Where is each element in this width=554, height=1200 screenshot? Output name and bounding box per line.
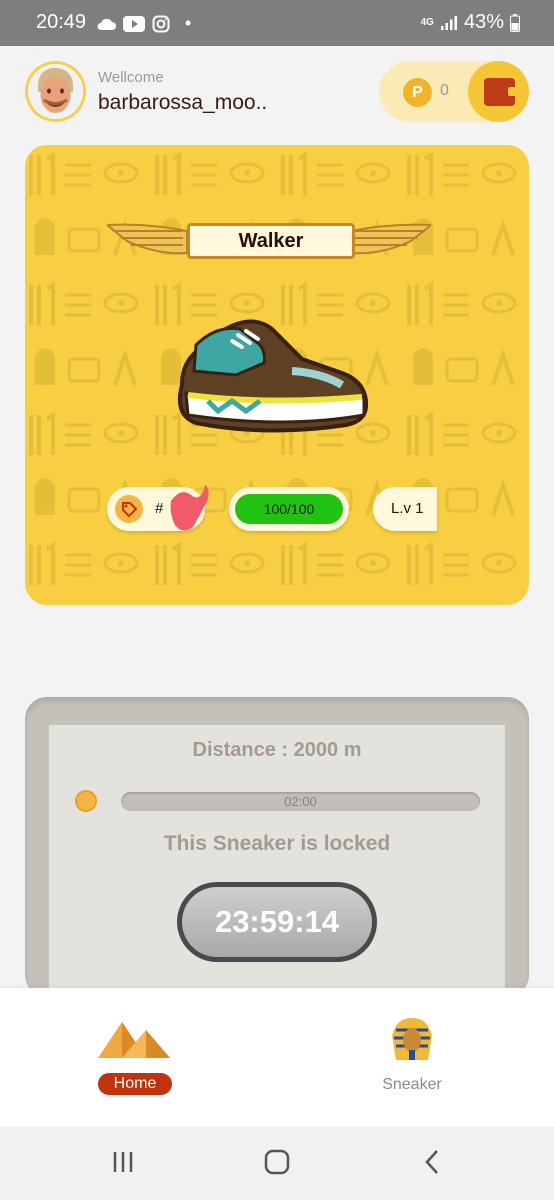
sneaker-image (177, 319, 368, 433)
bottom-nav: Home Sneaker (0, 988, 554, 1126)
sneaker-card[interactable]: Walker # 100/100 L.v 1 (25, 145, 529, 605)
home-button-icon[interactable] (264, 1149, 290, 1175)
level-pill: L.v 1 (373, 487, 437, 531)
battery-percent: 43% (463, 11, 504, 33)
energy-pill: 100/100 (229, 487, 349, 531)
nav-home[interactable]: Home (96, 1016, 172, 1098)
redaction-scribble (170, 485, 209, 531)
coin-count: 0 (440, 82, 449, 99)
nav-home-label: Home (98, 1073, 172, 1095)
nav-sneaker-label: Sneaker (382, 1076, 442, 1093)
status-bar: 20:49 • 4G 43% (0, 0, 554, 46)
back-icon[interactable] (422, 1149, 442, 1175)
username: barbarossa_moo.. (98, 91, 268, 114)
pharaoh-icon (392, 1018, 432, 1060)
app-header: Wellcome barbarossa_moo.. P 0 (0, 46, 554, 142)
recent-apps-icon[interactable] (111, 1150, 135, 1174)
pyramids-icon (98, 1022, 170, 1058)
user-face-icon (28, 64, 83, 119)
locked-message: This Sneaker is locked (163, 832, 391, 855)
system-indicators: 4G 43% (421, 11, 520, 34)
signal-icon (440, 15, 457, 30)
coin-icon: P (403, 78, 432, 107)
notification-icons: • (96, 13, 191, 34)
countdown-timer: 23:59:14 (182, 887, 372, 957)
coin-balance[interactable]: P 0 (379, 61, 529, 122)
system-nav-bar (0, 1126, 554, 1200)
battery-icon (510, 13, 520, 32)
countdown-button[interactable]: 23:59:14 (177, 882, 377, 962)
clock: 20:49 (36, 11, 87, 33)
energy-value: 100/100 (235, 494, 343, 524)
nav-sneaker[interactable]: Sneaker (376, 1016, 448, 1098)
progress-bar: 02:00 (121, 792, 480, 811)
sneaker-type-banner: Walker (107, 221, 431, 263)
network-type: 4G (420, 17, 434, 28)
wallet-button[interactable] (468, 61, 529, 122)
welcome-label: Wellcome (98, 69, 164, 86)
instagram-icon (152, 15, 170, 32)
distance-label: Distance : 2000 m (192, 739, 362, 761)
tag-icon (115, 495, 143, 523)
level-value: L.v 1 (391, 500, 424, 517)
lightbulb-icon (75, 790, 97, 812)
more-notifications-dot: • (185, 13, 192, 33)
cloud-icon (97, 18, 116, 30)
wallet-icon (484, 78, 517, 106)
sneaker-type: Walker (187, 223, 355, 259)
avatar[interactable] (25, 61, 86, 122)
sneaker-id: # (155, 500, 164, 517)
youtube-icon (123, 15, 145, 32)
